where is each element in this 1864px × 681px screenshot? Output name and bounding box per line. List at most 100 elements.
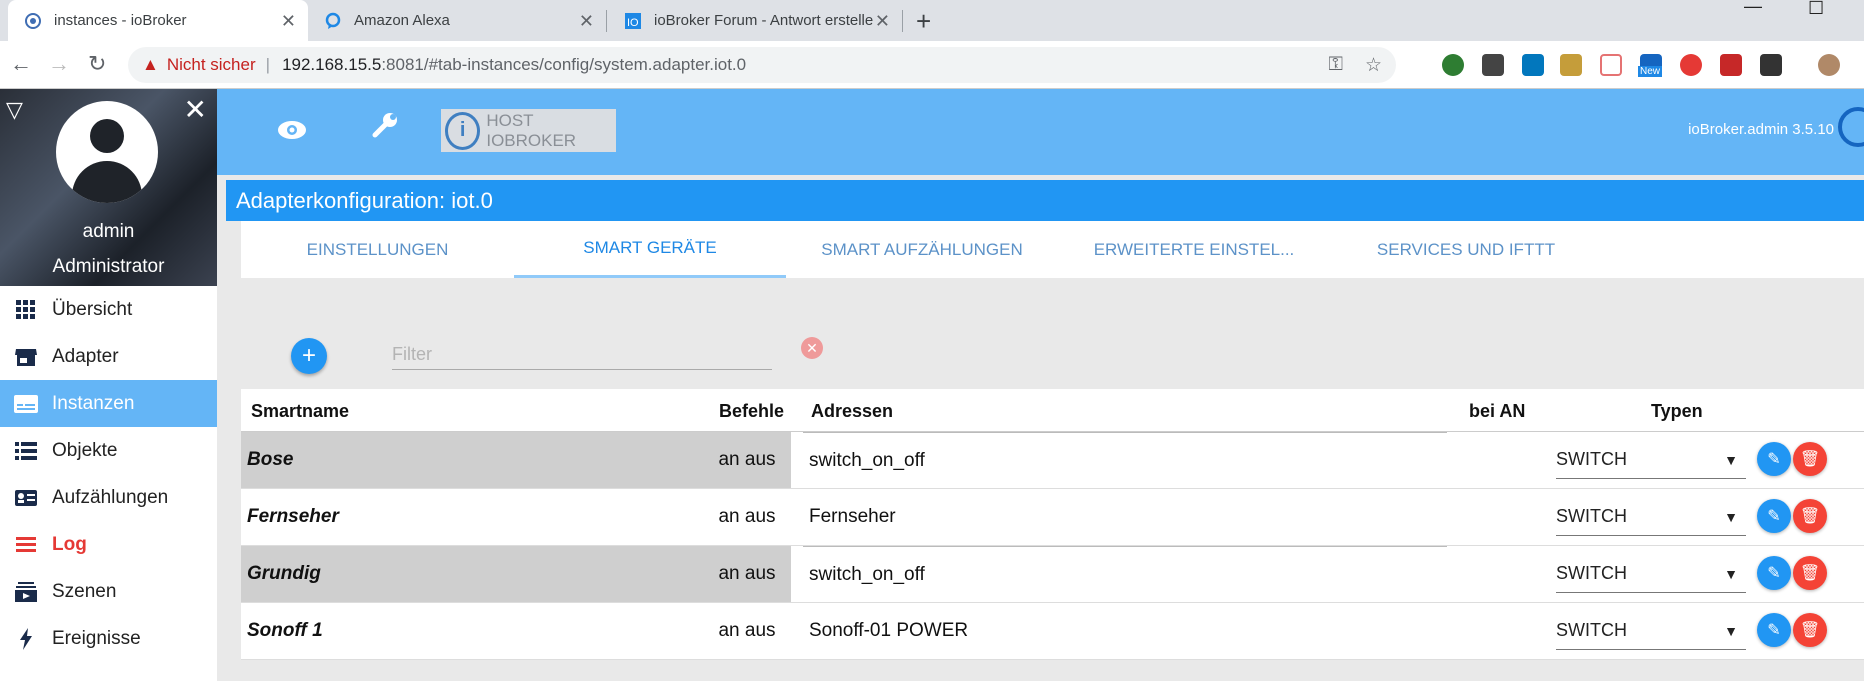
table-row[interactable]: Grundig an aus switch_on_off SWITCH ▼ ✎ 🗑 <box>241 546 1864 603</box>
extension-circle-icon[interactable] <box>1680 54 1702 76</box>
tab-divider <box>902 10 903 32</box>
edit-button[interactable]: ✎ <box>1757 499 1791 533</box>
type-select[interactable]: SWITCH ▼ <box>1556 603 1746 659</box>
type-select[interactable]: SWITCH ▼ <box>1556 546 1746 602</box>
browser-tab-forum[interactable]: IO ioBroker Forum - Antwort erstelle ✕ <box>608 0 902 41</box>
tab-title: instances - ioBroker <box>54 12 187 29</box>
list-icon <box>14 439 38 463</box>
key-icon[interactable]: ⚿ <box>1328 54 1342 77</box>
bookmark-star-icon[interactable]: ☆ <box>1365 54 1382 77</box>
maximize-button[interactable]: ☐ <box>1808 0 1824 19</box>
table-row[interactable]: Sonoff 1 an aus Sonoff-01 POWER SWITCH ▼ … <box>241 603 1864 660</box>
sidebar-item-adapter[interactable]: Adapter <box>0 333 217 380</box>
forward-arrow-icon[interactable]: → <box>48 51 70 77</box>
host-button[interactable]: i HOST IOBROKER <box>441 109 616 152</box>
eye-icon[interactable] <box>277 115 307 147</box>
sidebar-item-label: Objekte <box>52 439 118 461</box>
add-button[interactable]: + <box>291 338 327 374</box>
browser-tab-bar: instances - ioBroker ✕ Amazon Alexa ✕ IO… <box>0 0 1864 41</box>
close-tab-icon[interactable]: ✕ <box>579 11 594 32</box>
log-icon <box>14 533 38 557</box>
header-bei-an: bei AN <box>1469 401 1526 421</box>
browser-tab-instances[interactable]: instances - ioBroker ✕ <box>8 0 308 41</box>
collapse-triangle-icon[interactable]: ▽ <box>6 97 23 123</box>
extension-new-icon[interactable]: New <box>1638 54 1663 77</box>
device-commands: an aus <box>703 546 791 602</box>
store-icon <box>14 345 38 369</box>
extension-forward-icon[interactable] <box>1720 54 1742 76</box>
sidebar-item-label: Ereignisse <box>52 627 141 649</box>
delete-button[interactable]: 🗑 <box>1793 442 1827 476</box>
device-address[interactable]: Fernseher <box>803 489 1447 545</box>
extension-box-icon[interactable] <box>1560 54 1582 76</box>
sidebar-item-log[interactable]: Log <box>0 521 217 568</box>
edit-button[interactable]: ✎ <box>1757 556 1791 590</box>
sidebar-menu: Übersicht Adapter Instanzen Objekte Aufz… <box>0 286 217 662</box>
sidebar: ▽ ✕ admin Administrator Übersicht Adapte… <box>0 89 217 681</box>
table-row[interactable]: Bose an aus switch_on_off SWITCH ▼ ✎ 🗑 <box>241 432 1864 489</box>
user-panel: ▽ ✕ admin Administrator <box>0 89 217 286</box>
url-host: 192.168.15.5 <box>282 55 382 74</box>
filter-input[interactable]: Filter <box>392 338 772 370</box>
dropdown-arrow-icon: ▼ <box>1724 565 1738 582</box>
sidebar-item-label: Instanzen <box>52 392 135 414</box>
sidebar-item-aufzaehlungen[interactable]: Aufzählungen <box>0 474 217 521</box>
delete-button[interactable]: 🗑 <box>1793 499 1827 533</box>
close-tab-icon[interactable]: ✕ <box>875 11 890 32</box>
clear-filter-icon[interactable]: ✕ <box>801 337 823 359</box>
header-adressen: Adressen <box>811 401 894 421</box>
user-avatar-icon <box>56 101 158 203</box>
tab-services-ifttt[interactable]: SERVICES UND IFTTT <box>1330 221 1602 278</box>
extension-calendar-icon[interactable] <box>1600 54 1622 76</box>
new-tab-button[interactable]: + <box>916 6 931 37</box>
type-select[interactable]: SWITCH ▼ <box>1556 489 1746 545</box>
tab-einstellungen[interactable]: EINSTELLUNGEN <box>241 221 514 278</box>
browser-tab-alexa[interactable]: Amazon Alexa ✕ <box>308 0 606 41</box>
device-name: Sonoff 1 <box>247 620 323 641</box>
user-name: admin <box>82 221 135 242</box>
tab-erweiterte-einstellungen[interactable]: ERWEITERTE EINSTEL... <box>1058 221 1330 278</box>
type-select[interactable]: SWITCH ▼ <box>1556 432 1746 488</box>
minimize-button[interactable]: — <box>1744 0 1762 17</box>
sidebar-item-instanzen[interactable]: Instanzen <box>0 380 217 427</box>
close-tab-icon[interactable]: ✕ <box>281 11 296 32</box>
back-arrow-icon[interactable]: ← <box>10 51 32 77</box>
wrench-icon[interactable] <box>371 111 399 146</box>
dropdown-arrow-icon: ▼ <box>1724 451 1738 468</box>
extension-pocket-icon[interactable] <box>1482 54 1504 76</box>
new-badge: New <box>1638 66 1663 77</box>
device-address[interactable]: switch_on_off <box>803 546 1447 602</box>
main-content: Adapterkonfiguration: iot.0 EINSTELLUNGE… <box>217 175 1864 681</box>
tab-title: Amazon Alexa <box>354 12 450 29</box>
sidebar-item-objekte[interactable]: Objekte <box>0 427 217 474</box>
page-title: Adapterkonfiguration: iot.0 <box>226 180 1864 221</box>
tab-smart-aufzaehlungen[interactable]: SMART AUFZÄHLUNGEN <box>786 221 1058 278</box>
edit-button[interactable]: ✎ <box>1757 613 1791 647</box>
extension-terminal-icon[interactable] <box>1760 54 1782 76</box>
sidebar-item-label: Adapter <box>52 345 119 367</box>
sidebar-item-szenen[interactable]: Szenen <box>0 568 217 615</box>
edit-button[interactable]: ✎ <box>1757 442 1791 476</box>
table-row[interactable]: Fernseher an aus Fernseher SWITCH ▼ ✎ 🗑 <box>241 489 1864 546</box>
close-icon[interactable]: ✕ <box>184 93 207 126</box>
sidebar-item-uebersicht[interactable]: Übersicht <box>0 286 217 333</box>
address-bar[interactable]: ▲ Nicht sicher | 192.168.15.5 :8081/#tab… <box>128 47 1396 83</box>
delete-button[interactable]: 🗑 <box>1793 613 1827 647</box>
version-label: ioBroker.admin 3.5.10 <box>1688 121 1834 138</box>
tab-smart-geraete[interactable]: SMART GERÄTE <box>514 221 786 278</box>
device-address[interactable]: switch_on_off <box>803 432 1447 488</box>
reload-icon[interactable]: ↻ <box>88 51 106 77</box>
extension-p-icon[interactable] <box>1442 54 1464 76</box>
device-commands: an aus <box>718 506 776 527</box>
delete-button[interactable]: 🗑 <box>1793 556 1827 590</box>
forum-favicon: IO <box>624 12 642 30</box>
device-address[interactable]: Sonoff-01 POWER <box>803 603 1447 659</box>
sidebar-item-ereignisse[interactable]: Ereignisse <box>0 615 217 662</box>
extension-x-icon[interactable] <box>1522 54 1544 76</box>
sidebar-item-label: Aufzählungen <box>52 486 169 508</box>
sidebar-item-label: Log <box>52 533 87 555</box>
tab-title: ioBroker Forum - Antwort erstelle <box>654 12 874 29</box>
profile-avatar[interactable] <box>1818 54 1840 76</box>
type-value: SWITCH <box>1556 449 1627 469</box>
sidebar-item-label: Übersicht <box>52 298 133 320</box>
